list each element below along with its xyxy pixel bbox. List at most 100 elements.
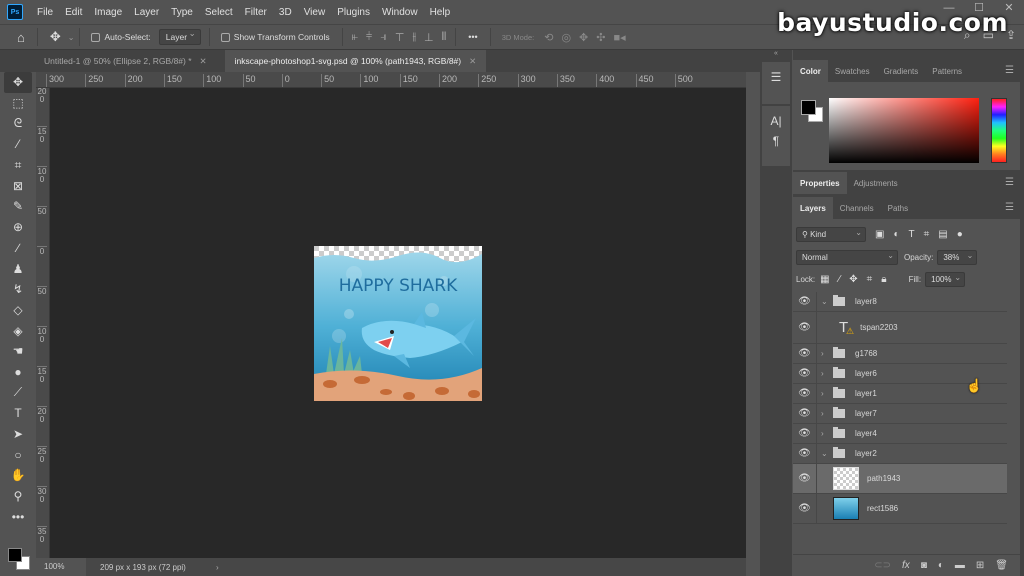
filter-pixel-icon[interactable]: ▣ — [875, 229, 884, 240]
visibility-eye-icon[interactable]: 👁︎ — [793, 464, 817, 493]
chevron-down-icon[interactable]: ⌄ — [68, 33, 75, 42]
new-group-icon[interactable]: ▬ — [955, 560, 965, 571]
orbit-3d-icon[interactable]: ⟲ — [540, 31, 557, 44]
brush-tool[interactable]: ∕ — [4, 238, 32, 259]
chevron-right-icon[interactable]: › — [821, 409, 831, 418]
status-menu-arrow[interactable]: › — [216, 563, 219, 572]
scale-3d-icon[interactable]: ■◂ — [609, 31, 629, 44]
tab-inkscape-photoshop1[interactable]: inkscape-photoshop1-svg.psd @ 100% (path… — [224, 50, 487, 72]
auto-select-target-dropdown[interactable]: Layer — [158, 28, 201, 45]
paragraph-panel-icon[interactable]: ¶ — [773, 134, 779, 148]
chevron-right-icon[interactable]: › — [821, 369, 831, 378]
delete-layer-icon[interactable]: 🗑︎ — [995, 560, 1008, 571]
tab-swatches[interactable]: Swatches — [828, 60, 877, 82]
zoom-level[interactable]: 100% — [36, 558, 86, 576]
menu-type[interactable]: Type — [165, 7, 199, 18]
blend-mode-dropdown[interactable]: Normal ⌄ — [796, 250, 898, 265]
close-tab-icon[interactable]: ✕ — [200, 56, 207, 67]
menu-help[interactable]: Help — [424, 7, 457, 18]
tab-properties[interactable]: Properties — [793, 172, 847, 194]
lock-transparent-icon[interactable]: ▦ — [820, 274, 829, 285]
move-tool-preset-icon[interactable]: ✥ — [43, 29, 68, 45]
lasso-tool[interactable]: ᘓ — [4, 113, 32, 134]
tab-untitled-1[interactable]: Untitled-1 @ 50% (Ellipse 2, RGB/8#) * ✕ — [34, 50, 217, 72]
menu-layer[interactable]: Layer — [128, 7, 165, 18]
menu-select[interactable]: Select — [199, 7, 239, 18]
layer-row-layer8[interactable]: 👁︎ ⌄ layer8 — [793, 292, 1007, 312]
layer-row-rect1586[interactable]: 👁︎ rect1586 — [793, 494, 1007, 524]
color-picker-field[interactable] — [829, 98, 979, 163]
roll-3d-icon[interactable]: ◎ — [557, 31, 575, 44]
history-brush-tool[interactable]: ↯ — [4, 279, 32, 300]
distribute-icon[interactable]: ⫴ — [438, 31, 451, 44]
filter-adjustment-icon[interactable]: ◐ — [893, 229, 899, 240]
chevron-right-icon[interactable]: › — [821, 429, 831, 438]
menu-3d[interactable]: 3D — [273, 7, 298, 18]
align-top-icon[interactable]: ⊤ — [391, 31, 409, 44]
slide-3d-icon[interactable]: ✣ — [592, 31, 609, 44]
layer-row-layer4[interactable]: 👁︎ › layer4 — [793, 424, 1007, 444]
lock-pixels-icon[interactable]: ∕ — [839, 274, 841, 285]
chevron-right-icon[interactable]: › — [821, 349, 831, 358]
visibility-eye-icon[interactable]: 👁︎ — [793, 404, 817, 423]
history-panel-button[interactable]: ☰ — [762, 62, 790, 104]
collapse-dock-icon[interactable]: « — [760, 50, 792, 60]
new-adjustment-layer-icon[interactable]: ◐ — [938, 560, 944, 571]
new-layer-icon[interactable]: ⊞ — [976, 560, 984, 571]
visibility-eye-icon[interactable]: 👁︎ — [793, 424, 817, 443]
menu-window[interactable]: Window — [376, 7, 424, 18]
drag-3d-icon[interactable]: ✥ — [575, 31, 592, 44]
menu-edit[interactable]: Edit — [59, 7, 88, 18]
ellipse-tool[interactable]: ○ — [4, 444, 32, 465]
opacity-input[interactable]: 38% ⌄ — [937, 250, 978, 265]
layer-row-tspan2203[interactable]: 👁︎ T ⚠ tspan2203 — [793, 312, 1007, 344]
character-panel-icon[interactable]: A| — [770, 114, 781, 128]
chevron-down-icon[interactable]: ⌄ — [821, 297, 831, 306]
tab-color[interactable]: Color — [793, 60, 828, 82]
menu-view[interactable]: View — [298, 7, 332, 18]
tab-gradients[interactable]: Gradients — [877, 60, 926, 82]
eyedropper-tool[interactable]: ✎ — [4, 196, 32, 217]
document-artwork[interactable]: HAPPY SHARK — [314, 246, 482, 401]
menu-filter[interactable]: Filter — [239, 7, 273, 18]
edit-toolbar[interactable]: ••• — [4, 506, 32, 527]
hue-slider[interactable] — [991, 98, 1007, 163]
tab-layers[interactable]: Layers — [793, 197, 833, 219]
menu-plugins[interactable]: Plugins — [331, 7, 376, 18]
path-selection-tool[interactable]: ➤ — [4, 424, 32, 445]
type-tool[interactable]: T — [4, 403, 32, 424]
healing-brush-tool[interactable]: ⊕ — [4, 217, 32, 238]
panel-menu-icon[interactable]: ☰ — [1005, 65, 1014, 76]
zoom-tool[interactable]: ⚲ — [4, 486, 32, 507]
foreground-color-swatch[interactable] — [8, 548, 22, 562]
tab-paths[interactable]: Paths — [881, 197, 915, 219]
color-panel-foreground[interactable] — [801, 100, 816, 115]
align-bottom-icon[interactable]: ⊥ — [420, 31, 438, 44]
eraser-tool[interactable]: ◇ — [4, 300, 32, 321]
filter-kind-dropdown[interactable]: ⚲ Kind ⌄ — [796, 227, 866, 242]
lock-position-icon[interactable]: ✥ — [849, 274, 857, 285]
tab-patterns[interactable]: Patterns — [925, 60, 969, 82]
more-options-icon[interactable]: ••• — [461, 32, 484, 42]
panel-menu-icon[interactable]: ☰ — [1005, 177, 1014, 188]
visibility-eye-icon[interactable]: 👁︎ — [793, 444, 817, 463]
link-layers-icon[interactable]: ⊂⊃ — [874, 560, 891, 571]
visibility-eye-icon[interactable]: 👁︎ — [793, 384, 817, 403]
visibility-eye-icon[interactable]: 👁︎ — [793, 364, 817, 383]
menu-image[interactable]: Image — [88, 7, 128, 18]
tab-adjustments[interactable]: Adjustments — [847, 172, 905, 194]
move-tool[interactable]: ✥ — [4, 72, 32, 93]
marquee-tool[interactable]: ⬚ — [4, 93, 32, 114]
align-middle-icon[interactable]: ⫲ — [408, 31, 420, 44]
paint-bucket-tool[interactable]: ◈ — [4, 320, 32, 341]
lock-all-icon[interactable]: 🔒︎ — [881, 274, 886, 285]
magic-wand-tool[interactable]: ⁄ — [4, 134, 32, 155]
layer-row-path1943[interactable]: 👁︎ path1943 — [793, 464, 1007, 494]
pen-tool[interactable]: ⟋ — [4, 382, 32, 403]
smudge-tool[interactable]: ☚ — [4, 341, 32, 362]
panel-menu-icon[interactable]: ☰ — [1005, 202, 1014, 213]
filter-shape-icon[interactable]: ⌗ — [924, 229, 930, 240]
chevron-down-icon[interactable]: ⌄ — [821, 449, 831, 458]
clone-stamp-tool[interactable]: ♟ — [4, 258, 32, 279]
fill-input[interactable]: 100% ⌄ — [925, 272, 966, 287]
